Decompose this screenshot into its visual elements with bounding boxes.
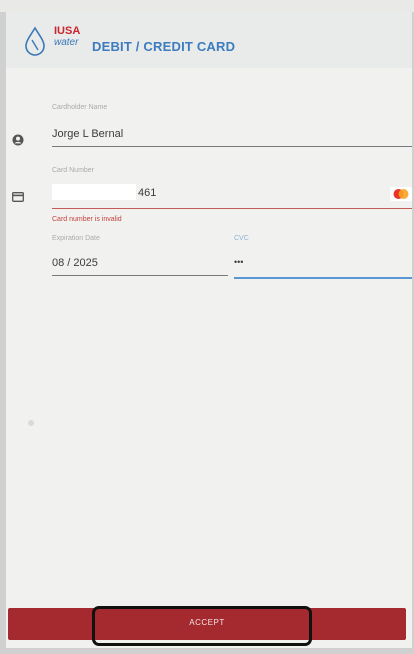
scroll-indicator [28, 420, 34, 426]
card-number-error: Card number is invalid [52, 216, 122, 223]
payment-screen: IUSA water DEBIT / CREDIT CARD Cardholde… [6, 12, 412, 648]
status-bar [0, 0, 414, 12]
credit-card-icon [12, 192, 24, 202]
card-number-label: Card Number [52, 167, 95, 174]
page-title: DEBIT / CREDIT CARD [92, 39, 236, 54]
logo-brand-text: IUSA [54, 25, 81, 37]
expiration-label: Expiration Date [52, 235, 100, 242]
cvc-label: CVC [234, 235, 249, 242]
mastercard-icon [390, 187, 412, 201]
logo-sub-text: water [54, 37, 79, 48]
card-number-input[interactable]: 461 [138, 187, 156, 199]
water-drop-logo-icon [25, 26, 45, 56]
expiration-input[interactable]: 08 / 2025 [52, 257, 98, 269]
card-number-underline [52, 208, 412, 209]
card-number-masked [52, 184, 136, 200]
cardholder-label: Cardholder Name [52, 104, 108, 111]
cardholder-input[interactable]: Jorge L Bernal [52, 128, 123, 140]
cardholder-underline [52, 146, 412, 147]
person-icon [12, 134, 24, 146]
expiration-underline [52, 275, 228, 276]
cvc-input[interactable]: ••• [234, 257, 243, 267]
accept-highlight-box [92, 606, 312, 646]
bottom-edge [0, 648, 414, 654]
cvc-underline [234, 277, 412, 279]
header-bar: IUSA water DEBIT / CREDIT CARD [6, 12, 412, 68]
